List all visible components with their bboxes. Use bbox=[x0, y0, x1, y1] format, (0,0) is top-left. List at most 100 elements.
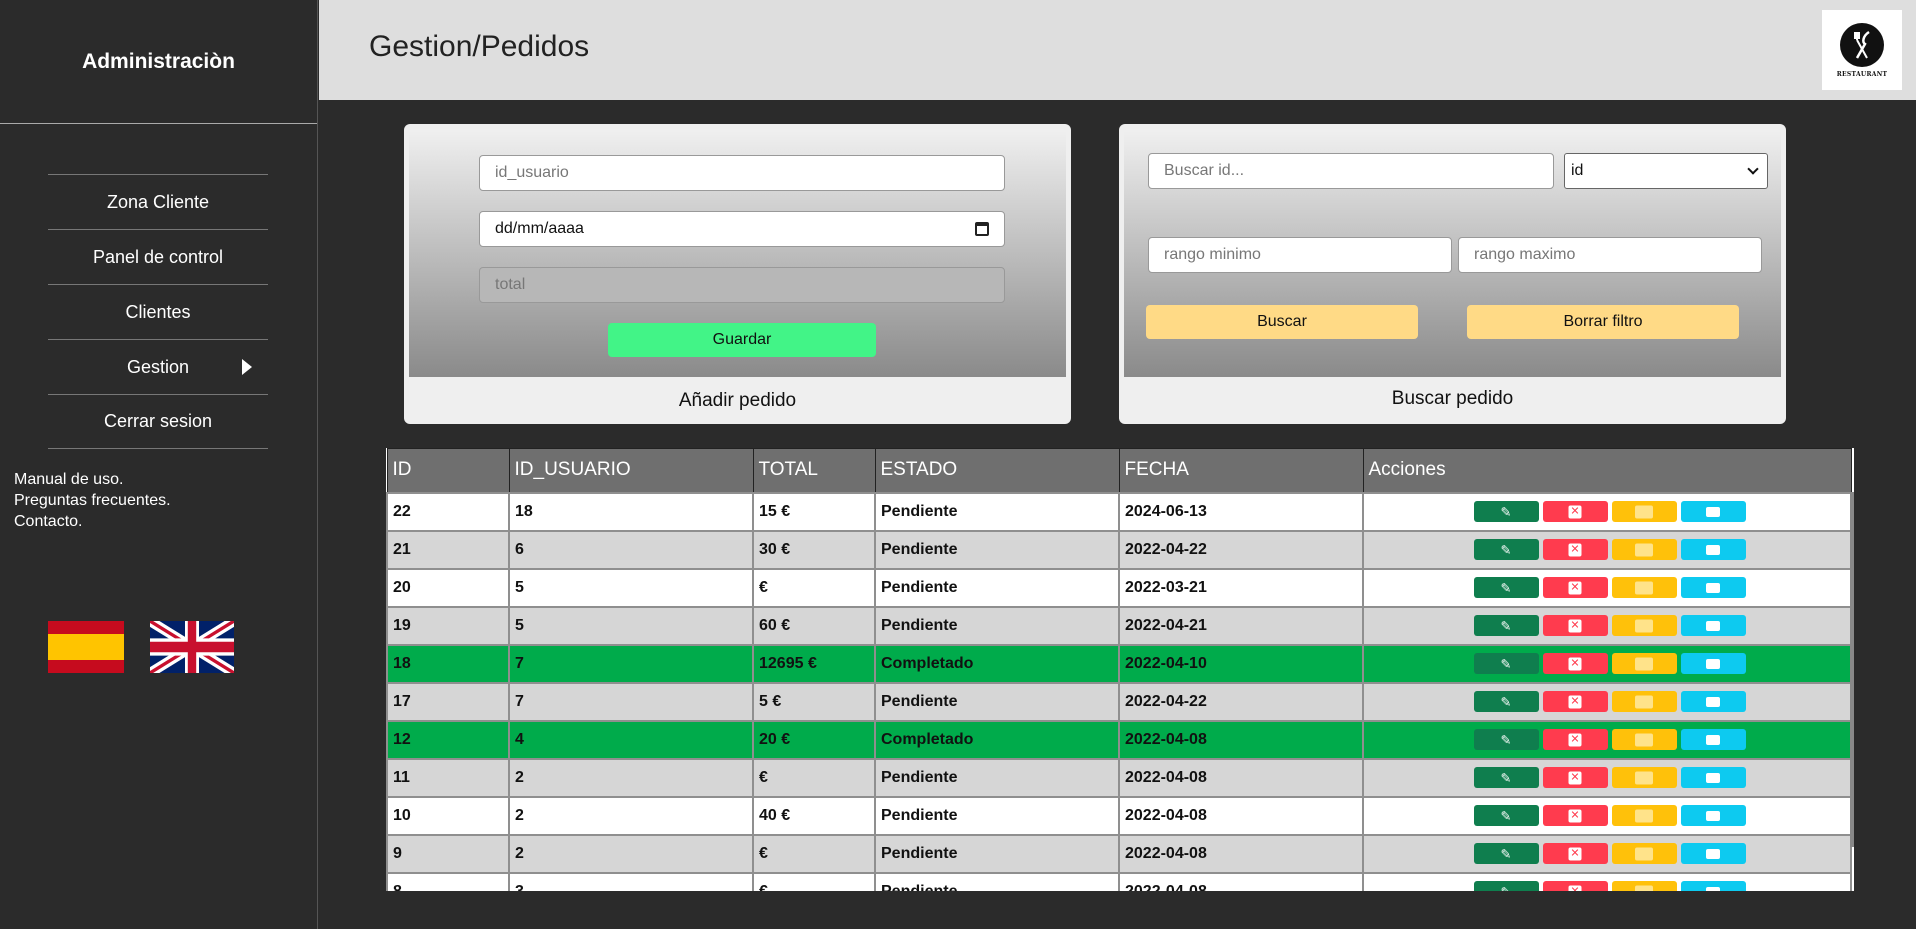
sidebar-item-cerrar-sesion[interactable]: Cerrar sesion bbox=[48, 394, 268, 449]
edit-button[interactable]: ✎ bbox=[1473, 615, 1539, 636]
delete-button[interactable]: ✕ bbox=[1542, 501, 1608, 522]
column-header-id[interactable]: ID bbox=[386, 448, 510, 493]
cell-id-usuario: 2 bbox=[508, 757, 754, 798]
cell-id-usuario: 2 bbox=[508, 795, 754, 836]
box-button[interactable] bbox=[1611, 767, 1677, 788]
print-button[interactable] bbox=[1680, 729, 1746, 750]
box-icon bbox=[1635, 581, 1653, 594]
table-row: 18 7 12695 € Completado 2022-04-10 ✎ ✕ bbox=[386, 643, 1852, 684]
cell-total: € bbox=[752, 833, 876, 874]
delete-button[interactable]: ✕ bbox=[1542, 691, 1608, 712]
delete-button[interactable]: ✕ bbox=[1542, 577, 1608, 598]
id-usuario-input[interactable] bbox=[479, 155, 1005, 191]
search-field-select[interactable]: id bbox=[1564, 153, 1768, 189]
print-button[interactable] bbox=[1680, 881, 1746, 891]
faq-link[interactable]: Preguntas frecuentes. bbox=[14, 490, 317, 511]
delete-button[interactable]: ✕ bbox=[1542, 767, 1608, 788]
box-button[interactable] bbox=[1611, 881, 1677, 891]
box-button[interactable] bbox=[1611, 501, 1677, 522]
edit-button[interactable]: ✎ bbox=[1473, 843, 1539, 864]
cell-acciones: ✎✕ bbox=[1362, 643, 1852, 684]
sidebar-item-gestion[interactable]: Gestion bbox=[48, 339, 268, 394]
box-button[interactable] bbox=[1611, 805, 1677, 826]
print-button[interactable] bbox=[1680, 501, 1746, 522]
sidebar-item-clientes[interactable]: Clientes bbox=[48, 284, 268, 339]
delete-button[interactable]: ✕ bbox=[1542, 615, 1608, 636]
manual-link[interactable]: Manual de uso. bbox=[14, 469, 317, 490]
print-button[interactable] bbox=[1680, 691, 1746, 712]
box-button[interactable] bbox=[1611, 615, 1677, 636]
table-header-row: ID ID_USUARIO TOTAL ESTADO FECHA Accione… bbox=[386, 448, 1852, 493]
save-button[interactable]: Guardar bbox=[608, 323, 876, 357]
min-range-input[interactable] bbox=[1148, 237, 1452, 273]
delete-button[interactable]: ✕ bbox=[1542, 843, 1608, 864]
print-button[interactable] bbox=[1680, 805, 1746, 826]
edit-button[interactable]: ✎ bbox=[1473, 653, 1539, 674]
max-range-input[interactable] bbox=[1458, 237, 1762, 273]
box-button[interactable] bbox=[1611, 843, 1677, 864]
column-header-total[interactable]: TOTAL bbox=[752, 448, 876, 493]
date-input[interactable]: dd/mm/aaaa bbox=[479, 211, 1005, 247]
clear-filter-button[interactable]: Borrar filtro bbox=[1467, 305, 1739, 339]
edit-button[interactable]: ✎ bbox=[1473, 577, 1539, 598]
column-header-id-usuario[interactable]: ID_USUARIO bbox=[508, 448, 754, 493]
orders-table: ID ID_USUARIO TOTAL ESTADO FECHA Accione… bbox=[386, 448, 1852, 891]
delete-button[interactable]: ✕ bbox=[1542, 805, 1608, 826]
column-header-fecha[interactable]: FECHA bbox=[1118, 448, 1364, 493]
cell-estado: Pendiente bbox=[874, 605, 1120, 646]
table-row: 83€Pendiente2022-04-08✎✕ bbox=[386, 871, 1852, 891]
print-button[interactable] bbox=[1680, 577, 1746, 598]
cell-estado: Pendiente bbox=[874, 871, 1120, 891]
table-row: 17 7 5 € Pendiente 2022-04-22 ✎ ✕ bbox=[386, 681, 1852, 722]
cell-acciones: ✎✕ bbox=[1362, 795, 1852, 836]
box-button[interactable] bbox=[1611, 729, 1677, 750]
print-icon bbox=[1706, 810, 1720, 821]
edit-button[interactable]: ✎ bbox=[1473, 501, 1539, 522]
cell-estado: Completado bbox=[874, 643, 1120, 684]
edit-button[interactable]: ✎ bbox=[1473, 729, 1539, 750]
sidebar: Administraciòn Zona Cliente Panel de con… bbox=[0, 0, 318, 929]
sidebar-item-zona-cliente[interactable]: Zona Cliente bbox=[48, 174, 268, 229]
cell-estado: Completado bbox=[874, 719, 1120, 760]
edit-button[interactable]: ✎ bbox=[1473, 805, 1539, 826]
print-button[interactable] bbox=[1680, 843, 1746, 864]
cell-id: 17 bbox=[386, 681, 510, 722]
edit-button[interactable]: ✎ bbox=[1473, 539, 1539, 560]
box-icon bbox=[1635, 695, 1653, 708]
print-button[interactable] bbox=[1680, 615, 1746, 636]
sidebar-item-panel-de-control[interactable]: Panel de control bbox=[48, 229, 268, 284]
restaurant-logo: RESTAURANT bbox=[1822, 10, 1902, 90]
box-button[interactable] bbox=[1611, 577, 1677, 598]
box-button[interactable] bbox=[1611, 691, 1677, 712]
print-button[interactable] bbox=[1680, 653, 1746, 674]
cell-acciones: ✎✕ bbox=[1362, 529, 1852, 570]
page-title: Gestion/Pedidos bbox=[369, 30, 590, 63]
delete-button[interactable]: ✕ bbox=[1542, 881, 1608, 891]
search-order-card: id Buscar Borrar filtro Buscar pedido bbox=[1119, 124, 1786, 424]
cell-fecha: 2022-04-22 bbox=[1118, 681, 1364, 722]
cell-total: 60 € bbox=[752, 605, 876, 646]
table-scrollbar[interactable] bbox=[1850, 492, 1854, 847]
edit-icon: ✎ bbox=[1500, 732, 1512, 747]
search-input[interactable] bbox=[1148, 153, 1554, 189]
contact-link[interactable]: Contacto. bbox=[14, 511, 317, 532]
box-button[interactable] bbox=[1611, 653, 1677, 674]
print-button[interactable] bbox=[1680, 539, 1746, 560]
sidebar-item-label: Gestion bbox=[126, 356, 190, 377]
uk-flag-icon[interactable] bbox=[150, 621, 234, 673]
calendar-icon[interactable] bbox=[975, 222, 989, 236]
spain-flag-icon[interactable] bbox=[48, 621, 124, 673]
box-icon bbox=[1635, 847, 1653, 860]
sidebar-item-label: Clientes bbox=[125, 301, 191, 322]
delete-button[interactable]: ✕ bbox=[1542, 729, 1608, 750]
edit-button[interactable]: ✎ bbox=[1473, 767, 1539, 788]
box-icon bbox=[1635, 619, 1653, 632]
box-button[interactable] bbox=[1611, 539, 1677, 560]
delete-button[interactable]: ✕ bbox=[1542, 539, 1608, 560]
print-button[interactable] bbox=[1680, 767, 1746, 788]
delete-button[interactable]: ✕ bbox=[1542, 653, 1608, 674]
edit-button[interactable]: ✎ bbox=[1473, 691, 1539, 712]
edit-button[interactable]: ✎ bbox=[1473, 881, 1539, 891]
search-button[interactable]: Buscar bbox=[1146, 305, 1418, 339]
column-header-estado[interactable]: ESTADO bbox=[874, 448, 1120, 493]
